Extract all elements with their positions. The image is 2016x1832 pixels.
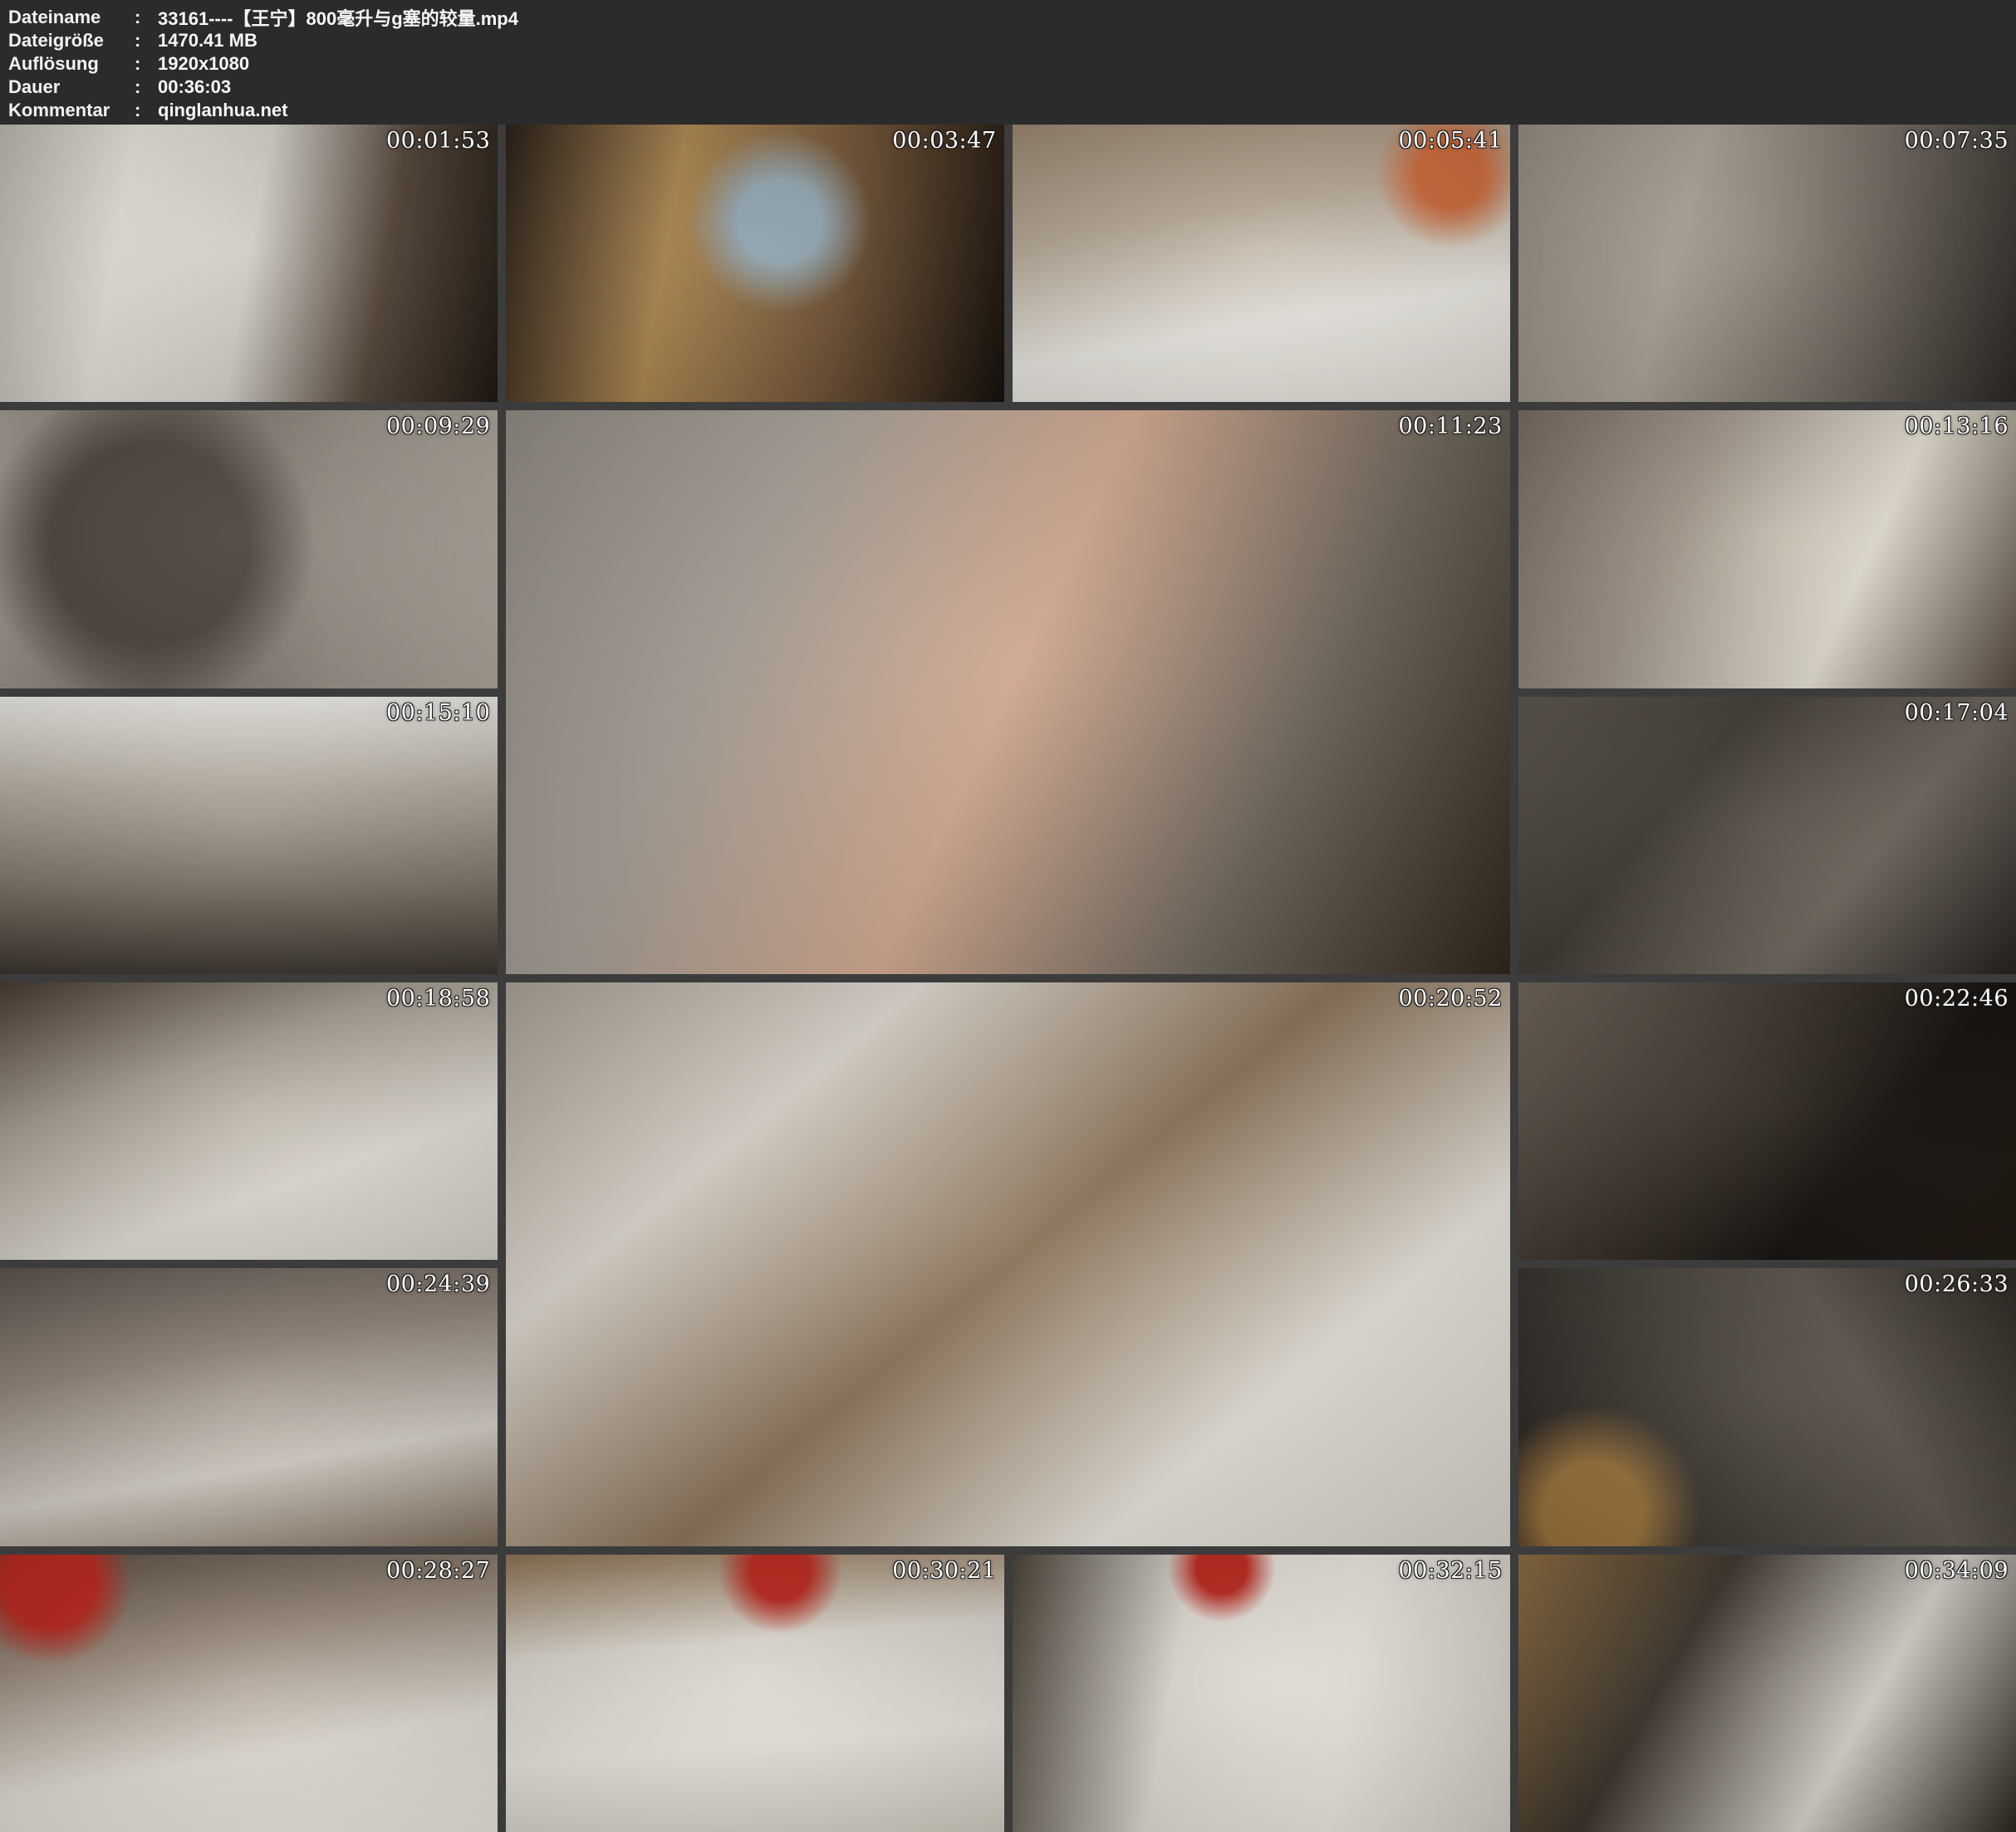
thumbnail-timestamp: 00:13:16	[1905, 414, 2009, 439]
thumbnail-timestamp: 00:24:39	[386, 1271, 490, 1297]
meta-row-filesize: Dateigröße : 1470.41 MB	[8, 29, 2016, 52]
contact-sheet-page: Dateiname : 33161----【王宁】800毫升与g塞的较量.mp4…	[0, 0, 2016, 1832]
video-thumbnail[interactable]: 00:30:21	[506, 1555, 1003, 1832]
video-thumbnail[interactable]: 00:07:35	[1518, 125, 2016, 402]
video-thumbnail[interactable]: 00:26:33	[1518, 1268, 2016, 1545]
video-thumbnail[interactable]: 00:01:53	[0, 125, 498, 402]
meta-row-comment: Kommentar : qinglanhua.net	[8, 99, 2016, 122]
video-thumbnail[interactable]: 00:28:27	[0, 1555, 498, 1832]
thumbnail-timestamp: 00:09:29	[386, 414, 490, 439]
meta-separator: :	[135, 53, 158, 75]
video-thumbnail[interactable]: 00:32:15	[1013, 1555, 1510, 1832]
meta-separator: :	[135, 100, 158, 121]
meta-label-filesize: Dateigröße	[8, 30, 135, 51]
thumbnail-timestamp: 00:11:23	[1398, 414, 1502, 439]
video-thumbnail[interactable]: 00:24:39	[0, 1268, 498, 1545]
thumbnail-timestamp: 00:26:33	[1905, 1271, 2009, 1297]
thumbnail-timestamp: 00:15:10	[386, 700, 490, 726]
thumbnail-timestamp: 00:03:47	[892, 128, 996, 154]
video-thumbnail[interactable]: 00:15:10	[0, 697, 498, 974]
thumbnail-timestamp: 00:32:15	[1398, 1558, 1502, 1584]
meta-separator: :	[135, 7, 158, 28]
video-thumbnail[interactable]: 00:17:04	[1518, 697, 2016, 974]
thumbnail-timestamp: 00:22:46	[1905, 986, 2009, 1012]
video-thumbnail-large[interactable]: 00:20:52	[506, 982, 1510, 1546]
meta-label-resolution: Auflösung	[8, 53, 135, 75]
meta-value-comment: qinglanhua.net	[158, 100, 287, 121]
thumbnail-timestamp: 00:17:04	[1905, 700, 2009, 726]
meta-value-resolution: 1920x1080	[158, 53, 249, 75]
meta-row-duration: Dauer : 00:36:03	[8, 76, 2016, 99]
video-thumbnail[interactable]: 00:05:41	[1013, 125, 1510, 402]
video-thumbnail[interactable]: 00:03:47	[506, 125, 1003, 402]
thumbnail-timestamp: 00:05:41	[1398, 128, 1502, 154]
thumbnail-timestamp: 00:07:35	[1905, 128, 2009, 154]
meta-label-comment: Kommentar	[8, 100, 135, 121]
thumbnail-timestamp: 00:34:09	[1905, 1558, 2009, 1584]
thumbnail-timestamp: 00:01:53	[386, 128, 490, 154]
video-thumbnail[interactable]: 00:13:16	[1518, 410, 2016, 688]
meta-row-filename: Dateiname : 33161----【王宁】800毫升与g塞的较量.mp4	[8, 6, 2016, 29]
file-metadata-header: Dateiname : 33161----【王宁】800毫升与g塞的较量.mp4…	[0, 0, 2016, 125]
meta-label-duration: Dauer	[8, 76, 135, 98]
meta-separator: :	[135, 76, 158, 98]
video-thumbnail[interactable]: 00:18:58	[0, 982, 498, 1260]
meta-label-filename: Dateiname	[8, 7, 135, 28]
meta-separator: :	[135, 30, 158, 51]
video-thumbnail[interactable]: 00:09:29	[0, 410, 498, 688]
thumbnail-timestamp: 00:28:27	[386, 1558, 490, 1584]
video-thumbnail[interactable]: 00:22:46	[1518, 982, 2016, 1260]
thumbnail-timestamp: 00:30:21	[892, 1558, 996, 1584]
meta-value-duration: 00:36:03	[158, 76, 231, 98]
meta-row-resolution: Auflösung : 1920x1080	[8, 52, 2016, 76]
thumbnail-timestamp: 00:20:52	[1398, 986, 1502, 1012]
thumbnail-timestamp: 00:18:58	[386, 986, 490, 1012]
video-thumbnail-large[interactable]: 00:11:23	[506, 410, 1510, 974]
meta-value-filesize: 1470.41 MB	[158, 30, 258, 51]
meta-value-filename: 33161----【王宁】800毫升与g塞的较量.mp4	[158, 4, 518, 31]
thumbnail-grid: 00:01:53 00:03:47 00:05:41 00:07:35 00:0…	[0, 125, 2016, 1832]
video-thumbnail[interactable]: 00:34:09	[1518, 1555, 2016, 1832]
